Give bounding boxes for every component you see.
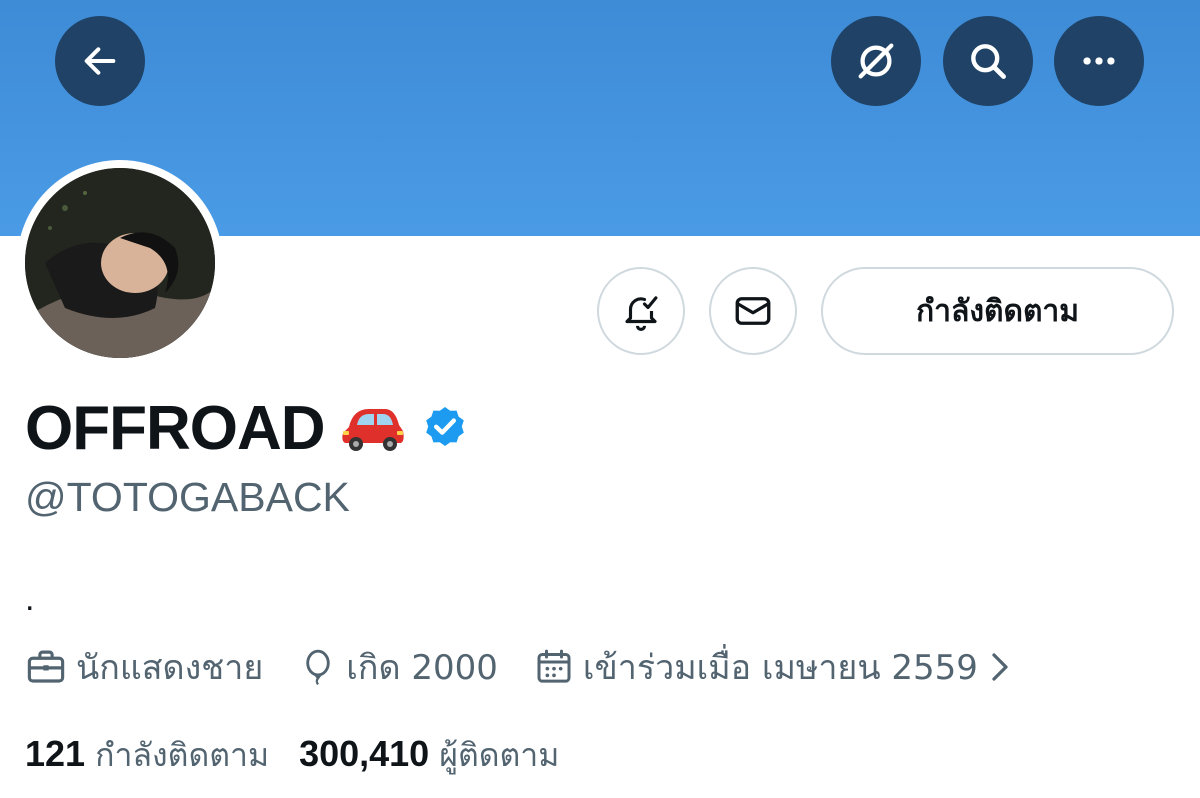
more-horizontal-icon: [1083, 57, 1115, 65]
grok-button[interactable]: [831, 16, 921, 106]
notifications-button[interactable]: [597, 267, 685, 355]
following-count: 121: [25, 732, 86, 774]
profile-meta: นักแสดงชาย เกิด 2000 เข้าร่วมเมื่อ เมษาย…: [25, 640, 1013, 694]
arrow-left-icon: [84, 47, 116, 75]
follow-stats: 121 กำลังติดตาม 300,410 ผู้ติดตาม: [25, 728, 589, 782]
followers-stat[interactable]: 300,410 ผู้ติดตาม: [299, 730, 559, 781]
chevron-right-icon: [992, 653, 1008, 681]
profession-item: นักแสดงชาย: [25, 640, 263, 694]
display-name-row: OFFROAD: [25, 388, 469, 468]
followers-stat-label: ผู้ติดตาม: [439, 735, 560, 774]
following-stat[interactable]: 121 กำลังติดตาม: [25, 730, 269, 781]
balloon-icon: [306, 649, 330, 686]
joined-item[interactable]: เข้าร่วมเมื่อ เมษายน 2559: [534, 640, 1013, 694]
more-button[interactable]: [1054, 16, 1144, 106]
user-handle: @TOTOGABACK: [25, 474, 350, 520]
bell-check-icon: [625, 296, 658, 331]
car-emoji: [341, 409, 404, 451]
briefcase-icon: [27, 650, 65, 683]
birth-text: เกิด 2000: [346, 648, 498, 688]
following-button[interactable]: กำลังติดตาม: [821, 267, 1174, 355]
followers-count: 300,410: [299, 732, 430, 774]
joined-text: เข้าร่วมเมื่อ เมษายน 2559: [582, 648, 978, 688]
avatar[interactable]: [25, 168, 215, 358]
grok-icon: [858, 43, 894, 79]
verified-badge-icon: [425, 407, 464, 446]
profession-text: นักแสดงชาย: [76, 648, 264, 688]
following-button-label: กำลังติดตาม: [915, 293, 1080, 329]
birth-item: เกิด 2000: [299, 640, 498, 694]
back-button[interactable]: [55, 16, 145, 106]
bio: .: [25, 580, 35, 618]
search-icon: [971, 44, 1006, 79]
following-stat-label: กำลังติดตาม: [95, 735, 270, 774]
display-name: OFFROAD: [25, 393, 326, 463]
envelope-icon: [735, 297, 771, 325]
calendar-icon: [537, 649, 571, 683]
avatar-photo: [25, 168, 215, 358]
search-button[interactable]: [943, 16, 1033, 106]
message-button[interactable]: [709, 267, 797, 355]
